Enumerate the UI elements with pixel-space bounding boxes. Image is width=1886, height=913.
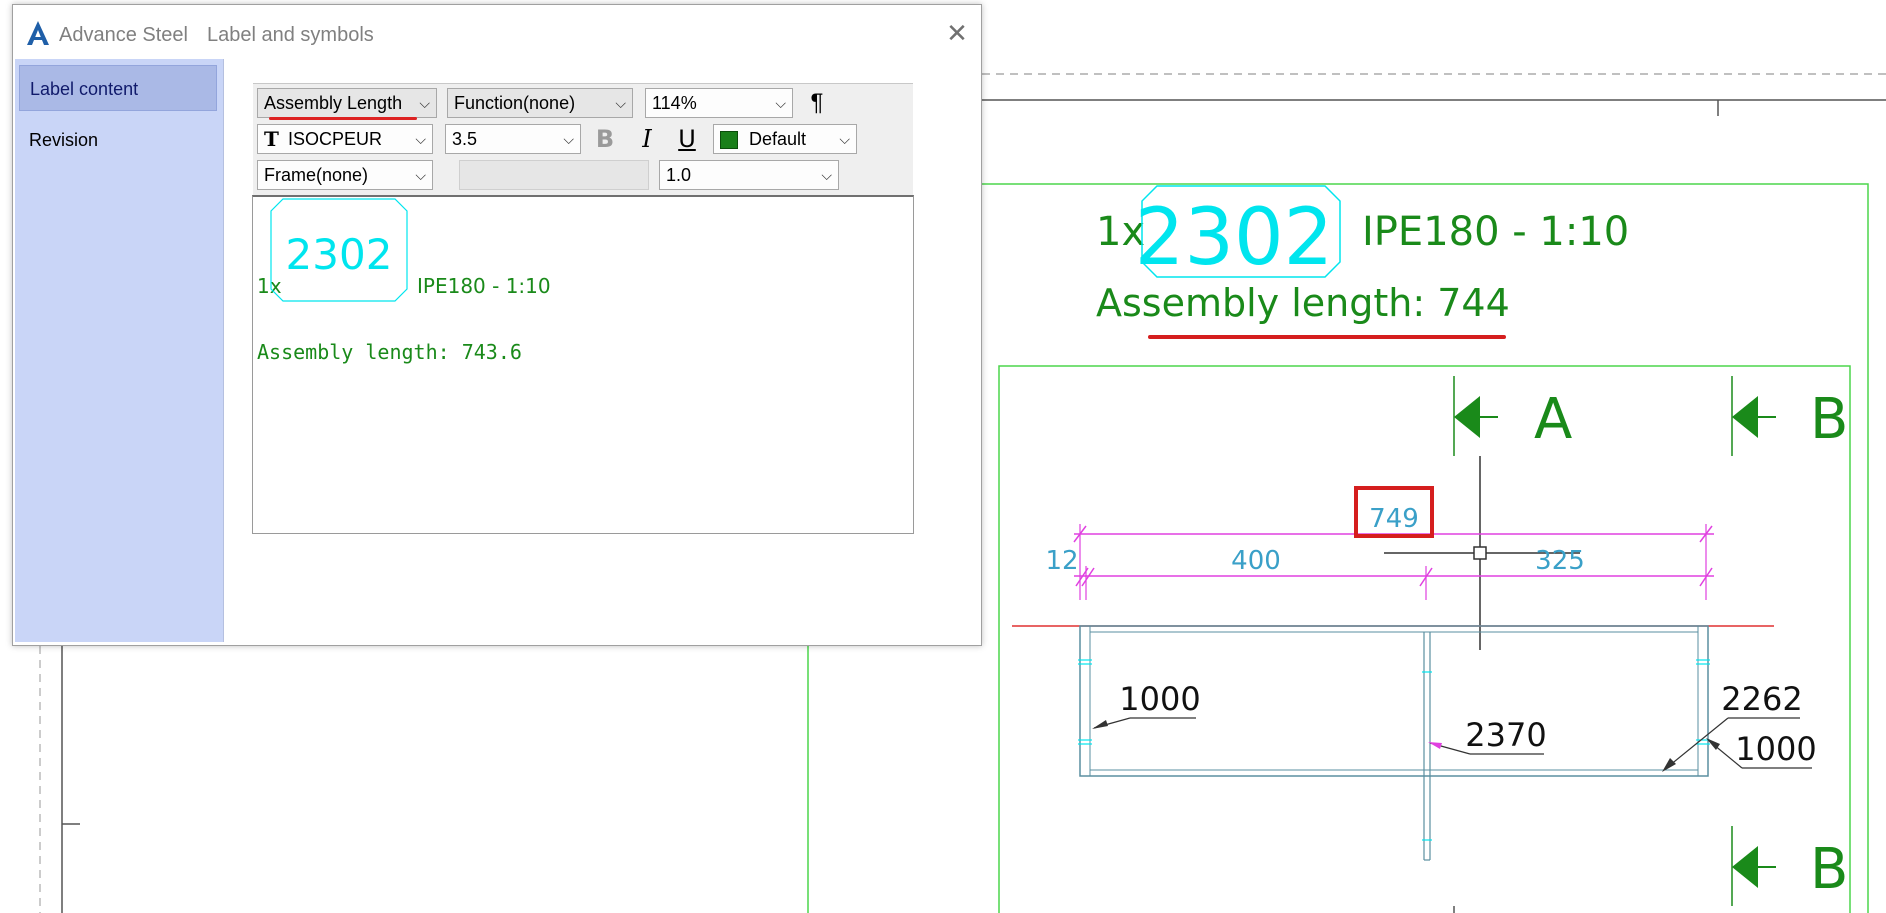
section-marker-a[interactable]: A: [1453, 376, 1572, 456]
dialog-title: Label and symbols: [207, 24, 374, 46]
chevron-down-icon: ⌵: [563, 131, 574, 147]
dialog-titlebar[interactable]: Advance Steel Label and symbols ✕: [13, 5, 981, 57]
frame-combo[interactable]: Frame(none) ⌵: [257, 160, 433, 190]
truetype-font-icon: T: [264, 127, 279, 151]
label-symbols-dialog[interactable]: Advance Steel Label and symbols ✕ Label …: [12, 4, 982, 646]
assembly-beam[interactable]: [1078, 625, 1710, 861]
empty-combo: [459, 160, 649, 190]
toolbar-row-1: Assembly Length ⌵ Function(none) ⌵ 114% …: [253, 86, 913, 120]
section-b2-arrow: [1732, 846, 1758, 888]
zoom-combo-value: 114%: [652, 93, 697, 113]
part-mark-1000-right[interactable]: 1000: [1706, 730, 1817, 769]
section-a-label: A: [1534, 387, 1572, 452]
frame-combo-value: Frame(none): [264, 165, 369, 185]
editor-mark: 2302: [286, 230, 393, 279]
field-combo-value: Assembly Length: [264, 93, 403, 113]
chevron-down-icon: ⌵: [821, 167, 832, 183]
italic-label: I: [642, 125, 652, 153]
toolbar-row-3: Frame(none) ⌵ 1.0 ⌵: [253, 158, 913, 192]
field-combo[interactable]: Assembly Length ⌵: [257, 88, 437, 118]
paragraph-icon: ¶: [810, 89, 824, 116]
dialog-app-name: Advance Steel: [59, 24, 188, 46]
dim-total-value[interactable]: 749: [1369, 504, 1419, 534]
scale-combo[interactable]: 1.0 ⌵: [659, 160, 839, 190]
format-toolbar: Assembly Length ⌵ Function(none) ⌵ 114% …: [253, 83, 913, 196]
editor-count: 1x: [257, 274, 282, 298]
section-marker-b-top[interactable]: B: [1731, 376, 1848, 456]
zoom-combo[interactable]: 114% ⌵: [645, 88, 793, 118]
paragraph-button[interactable]: ¶: [801, 88, 833, 118]
leader-arrow: [1092, 720, 1108, 729]
color-combo-value: Default: [749, 129, 807, 149]
highlight-underline-toolbar: [269, 117, 417, 120]
advance-steel-logo-icon: [25, 19, 51, 47]
part-mark-label: 1000: [1735, 730, 1816, 768]
text-size-value: 3.5: [452, 129, 478, 149]
chevron-down-icon: ⌵: [415, 131, 426, 147]
sidebar-item-revision[interactable]: Revision: [19, 117, 217, 163]
header-profile: IPE180 - 1:10: [1362, 209, 1629, 255]
function-combo[interactable]: Function(none) ⌵: [447, 88, 633, 118]
bold-button[interactable]: B: [589, 124, 621, 154]
close-icon: ✕: [946, 17, 968, 48]
toolbar-row-2: T ISOCPEUR ⌵ 3.5 ⌵ B I U Default ⌵: [253, 122, 913, 156]
font-combo[interactable]: T ISOCPEUR ⌵: [257, 124, 433, 154]
font-combo-value: ISOCPEUR: [288, 129, 383, 149]
chevron-down-icon: ⌵: [415, 167, 426, 183]
header-mark: 2302: [1135, 193, 1334, 283]
editor-preview: 1x 2302 IPE180 - 1:10 Assembly length: 7…: [257, 198, 551, 364]
chevron-down-icon: ⌵: [419, 95, 430, 111]
crosshair-pickbox: [1473, 546, 1487, 560]
section-marker-b-bottom[interactable]: B: [1731, 826, 1848, 906]
part-mark-label: 1000: [1119, 680, 1200, 718]
chevron-down-icon: ⌵: [615, 95, 626, 111]
section-b-label: B: [1810, 387, 1848, 452]
dialog-sidebar: Label content Revision: [15, 59, 224, 642]
sidebar-item-label-content[interactable]: Label content: [19, 65, 217, 111]
part-mark-label: 2262: [1721, 680, 1802, 718]
chevron-down-icon: ⌵: [839, 131, 850, 147]
dim-tick-4: [1081, 567, 1095, 587]
text-size-combo[interactable]: 3.5 ⌵: [445, 124, 581, 154]
italic-button[interactable]: I: [631, 124, 663, 154]
dim-325-value[interactable]: 325: [1535, 546, 1585, 576]
bold-label: B: [595, 125, 615, 153]
part-mark-label: 2370: [1465, 716, 1546, 754]
editor-assembly-line: Assembly length: 743.6: [257, 340, 522, 364]
underline-label: U: [678, 125, 696, 153]
section-b-arrow: [1732, 396, 1758, 438]
part-mark-1000-left[interactable]: 1000: [1092, 680, 1201, 729]
section-a-arrow: [1454, 396, 1480, 438]
scale-combo-value: 1.0: [666, 165, 692, 185]
chevron-down-icon: ⌵: [775, 95, 786, 111]
assembly-length-label[interactable]: Assembly length: 744: [1096, 281, 1510, 325]
editor-profile: IPE180 - 1:10: [417, 274, 551, 298]
underline-button[interactable]: U: [671, 124, 703, 154]
dim-12-value[interactable]: 12: [1045, 546, 1078, 576]
color-swatch: [720, 131, 738, 150]
label-content-editor[interactable]: 1x 2302 IPE180 - 1:10 Assembly length: 7…: [252, 195, 914, 534]
color-combo[interactable]: Default ⌵: [713, 124, 857, 154]
close-button[interactable]: ✕: [943, 17, 971, 48]
function-combo-value: Function(none): [454, 93, 576, 113]
section-b2-label: B: [1810, 837, 1848, 902]
dim-400-value[interactable]: 400: [1231, 546, 1281, 576]
part-mark-2370[interactable]: 2370: [1428, 716, 1547, 755]
